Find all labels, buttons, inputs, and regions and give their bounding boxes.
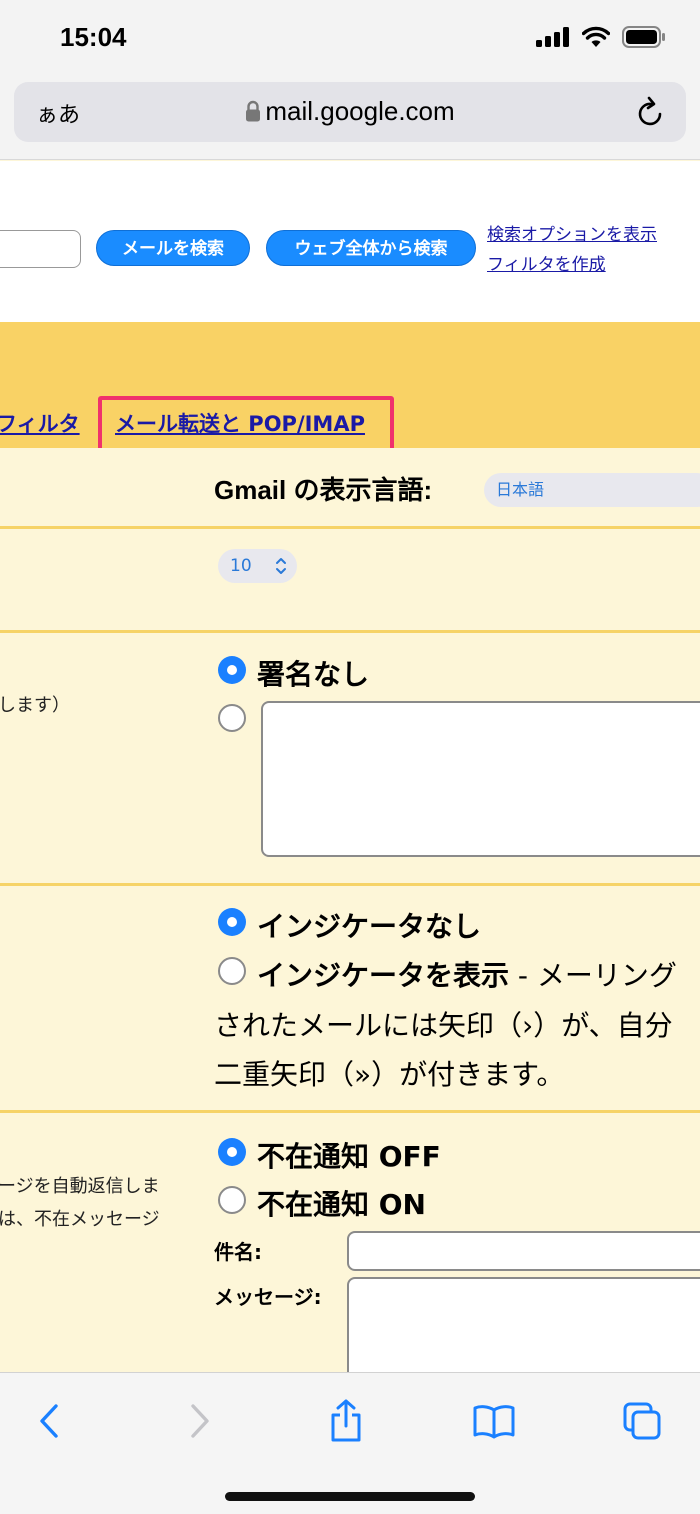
reload-icon[interactable]	[636, 96, 666, 128]
signature-side-note: します）	[0, 695, 70, 716]
indicators-none-radio[interactable]	[218, 908, 246, 936]
indicators-show-label: インジケータを表示 - メーリング	[257, 954, 677, 994]
search-mail-button[interactable]: メールを検索	[96, 230, 250, 266]
share-icon	[331, 1399, 361, 1442]
row-divider	[0, 1110, 700, 1113]
share-button[interactable]	[320, 1395, 372, 1447]
signature-textarea[interactable]	[261, 701, 700, 857]
vacation-off-label: 不在通知 OFF	[257, 1140, 441, 1173]
language-select[interactable]: 日本語	[484, 473, 700, 507]
bookmarks-button[interactable]	[468, 1395, 520, 1447]
indicators-desc-suffix: - メーリング	[509, 959, 677, 992]
indicators-desc-line2: されたメールには矢印（›）が、自分	[214, 1009, 673, 1042]
vacation-on-radio[interactable]	[218, 1186, 246, 1214]
vacation-on-label: 不在通知 ON	[257, 1188, 426, 1221]
tabs-icon	[623, 1402, 661, 1440]
url-display[interactable]: mail.google.com	[14, 96, 686, 127]
row-divider	[0, 526, 700, 529]
tab-filters[interactable]: フィルタ	[0, 408, 80, 438]
back-button[interactable]	[23, 1395, 75, 1447]
create-filter-link[interactable]: フィルタを作成	[487, 250, 606, 275]
indicators-show-text: インジケータを表示	[257, 959, 510, 992]
indicators-none-label: インジケータなし	[257, 910, 482, 943]
wifi-icon	[582, 26, 610, 47]
settings-tabs-band: フィルタ メール転送と POP/IMAP	[0, 322, 700, 454]
signature-custom-radio[interactable]	[218, 704, 246, 732]
chevron-updown-icon	[276, 558, 286, 574]
status-time: 15:04	[60, 22, 127, 52]
vacation-off-radio[interactable]	[218, 1138, 246, 1166]
language-label: Gmail の表示言語:	[214, 475, 433, 505]
url-text: mail.google.com	[265, 96, 455, 126]
search-web-button[interactable]: ウェブ全体から検索	[266, 230, 476, 266]
bookmarks-icon	[473, 1405, 515, 1439]
address-bar[interactable]: ぁあ mail.google.com	[14, 82, 686, 142]
vacation-message-label: メッセージ:	[214, 1285, 322, 1309]
home-indicator	[225, 1492, 475, 1501]
show-search-options-link[interactable]: 検索オプションを表示	[487, 220, 657, 245]
battery-icon	[622, 26, 665, 48]
signature-none-radio[interactable]	[218, 656, 246, 684]
forward-button[interactable]	[174, 1395, 226, 1447]
vacation-side-line1: ージを自動返信しま	[0, 1176, 160, 1197]
lock-icon	[246, 100, 261, 122]
search-input[interactable]	[0, 230, 81, 268]
vacation-subject-label: 件名:	[214, 1240, 262, 1264]
status-icons	[536, 26, 666, 48]
row-divider	[0, 883, 700, 886]
page-size-select[interactable]: 10	[218, 549, 297, 583]
tabs-button[interactable]	[616, 1395, 668, 1447]
vacation-subject-input[interactable]	[347, 1231, 700, 1271]
signal-icon	[536, 27, 569, 47]
forward-icon	[191, 1404, 209, 1438]
indicators-show-radio[interactable]	[218, 957, 246, 985]
indicators-desc-line3: 二重矢印（»）が付きます。	[214, 1058, 565, 1091]
vacation-side-line2: は、不在メッセージ	[0, 1209, 160, 1230]
page-size-value: 10	[230, 556, 252, 576]
gmail-search-header: メールを検索 ウェブ全体から検索 検索オプションを表示 フィルタを作成	[0, 161, 700, 323]
back-icon	[40, 1404, 58, 1438]
row-divider	[0, 630, 700, 633]
tab-forwarding-pop-imap[interactable]: メール転送と POP/IMAP	[115, 408, 365, 438]
browser-top-chrome: 15:04 ぁあ mail.google.com	[0, 0, 700, 160]
signature-none-label: 署名なし	[257, 658, 370, 691]
